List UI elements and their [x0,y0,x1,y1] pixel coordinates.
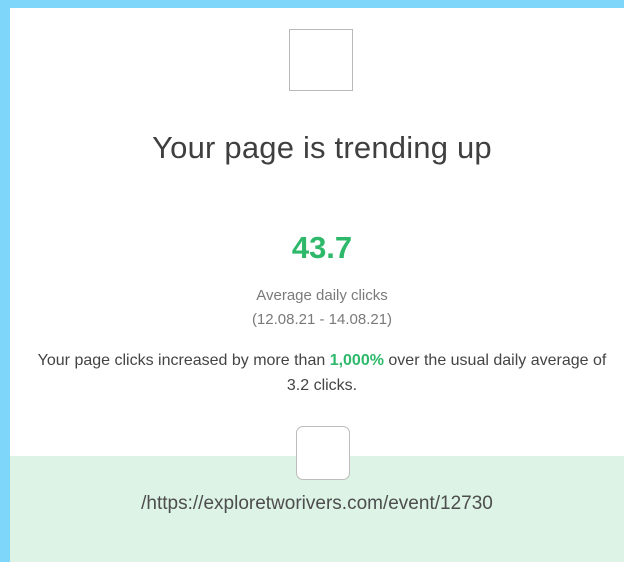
page-url[interactable]: /https://exploretworivers.com/event/1273… [10,493,624,515]
page-thumbnail[interactable] [296,426,350,480]
clicks-summary: Your page clicks increased by more than … [30,348,614,398]
image-placeholder [289,29,353,91]
average-clicks-label: Average daily clicks [256,287,388,304]
card-title: Your page is trending up [152,130,492,165]
notification-card: Your page is trending up 43.7 Average da… [10,8,624,562]
increase-percent: 1,000% [329,352,384,369]
summary-prefix: Your page clicks increased by more than [37,352,330,369]
date-range: (12.08.21 - 14.08.21) [251,311,393,328]
average-clicks-value: 43.7 [291,230,353,265]
